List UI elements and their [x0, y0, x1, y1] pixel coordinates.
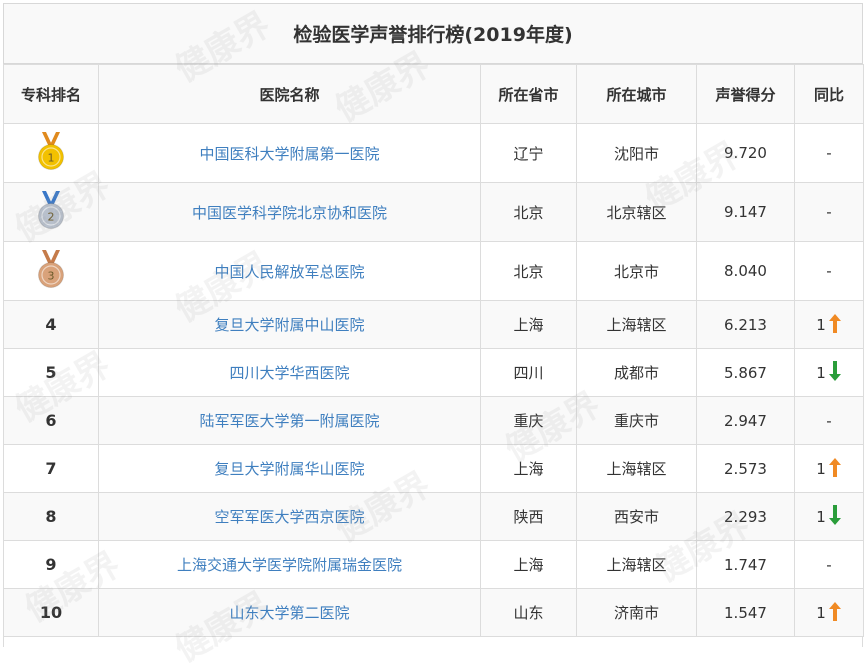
col-header-hospital: 医院名称: [98, 64, 481, 124]
province-cell: 上海: [480, 444, 577, 493]
yoy-cell: -: [794, 540, 864, 589]
rank-cell: 3: [3, 241, 99, 301]
yoy-cell: 1: [794, 348, 864, 397]
yoy-value: 1: [816, 315, 826, 334]
rank-cell: 2: [3, 182, 99, 242]
province-cell: 四川: [480, 348, 577, 397]
hospital-link[interactable]: 中国医学科学院北京协和医院: [98, 182, 481, 242]
yoy-cell: -: [794, 241, 864, 301]
svg-text:1: 1: [48, 152, 55, 165]
hospital-link[interactable]: 中国人民解放军总医院: [98, 241, 481, 301]
rank-cell: 7: [3, 444, 99, 493]
score-cell: 9.147: [696, 182, 795, 242]
yoy-cell: 1: [794, 300, 864, 349]
table-row: 6 陆军军医大学第一附属医院 重庆 重庆市 2.947-: [3, 396, 864, 445]
province-cell: 山东: [480, 588, 577, 637]
score-cell: 1.747: [696, 540, 795, 589]
yoy-value: 1: [816, 603, 826, 622]
arrow-up-icon: [828, 312, 842, 338]
hospital-link[interactable]: 复旦大学附属华山医院: [98, 444, 481, 493]
province-cell: 上海: [480, 300, 577, 349]
hospital-link[interactable]: 复旦大学附属中山医院: [98, 300, 481, 349]
rank-cell: 9: [3, 540, 99, 589]
city-cell: 沈阳市: [576, 123, 697, 183]
rank-cell: 5: [3, 348, 99, 397]
page-title: 检验医学声誉排行榜(2019年度): [293, 24, 573, 46]
arrow-down-icon: [828, 504, 842, 530]
gold-medal-icon: 1: [34, 131, 68, 175]
yoy-value: 1: [816, 459, 826, 478]
arrow-up-icon: [828, 456, 842, 482]
arrow-up-icon: [828, 600, 842, 626]
hospital-link[interactable]: 上海交通大学医学院附属瑞金医院: [98, 540, 481, 589]
score-cell: 2.947: [696, 396, 795, 445]
score-cell: 2.573: [696, 444, 795, 493]
city-cell: 重庆市: [576, 396, 697, 445]
city-cell: 上海辖区: [576, 444, 697, 493]
svg-text:3: 3: [48, 270, 55, 283]
score-cell: 6.213: [696, 300, 795, 349]
city-cell: 上海辖区: [576, 540, 697, 589]
arrow-down-icon: [828, 360, 842, 386]
province-cell: 北京: [480, 241, 577, 301]
rank-cell: 1: [3, 123, 99, 183]
col-header-province: 所在省市: [480, 64, 577, 124]
yoy-cell: -: [794, 182, 864, 242]
table-row: 8 空军军医大学西京医院 陕西 西安市 2.293 1: [3, 492, 864, 541]
hospital-link[interactable]: 空军军医大学西京医院: [98, 492, 481, 541]
rank-cell: 6: [3, 396, 99, 445]
rank-cell: 4: [3, 300, 99, 349]
hospital-link[interactable]: 四川大学华西医院: [98, 348, 481, 397]
yoy-cell: 1: [794, 588, 864, 637]
table-bottom-edge: [3, 637, 863, 647]
city-cell: 成都市: [576, 348, 697, 397]
hospital-link[interactable]: 山东大学第二医院: [98, 588, 481, 637]
score-cell: 5.867: [696, 348, 795, 397]
col-header-score: 声誉得分: [696, 64, 795, 124]
yoy-cell: -: [794, 396, 864, 445]
table-row: 10 山东大学第二医院 山东 济南市 1.547 1: [3, 588, 864, 637]
ranking-panel: 检验医学声誉排行榜(2019年度) 专科排名 医院名称 所在省市 所在城市 声誉…: [3, 3, 864, 647]
title-bar: 检验医学声誉排行榜(2019年度): [3, 3, 863, 64]
table-row: 2 中国医学科学院北京协和医院 北京 北京辖区 9.147-: [3, 182, 864, 242]
ranking-table: 专科排名 医院名称 所在省市 所在城市 声誉得分 同比 1 中国医科大学附属第一医…: [3, 64, 864, 637]
col-header-rank: 专科排名: [3, 64, 99, 124]
province-cell: 辽宁: [480, 123, 577, 183]
yoy-cell: 1: [794, 492, 864, 541]
table-row: 5 四川大学华西医院 四川 成都市 5.867 1: [3, 348, 864, 397]
hospital-link[interactable]: 中国医科大学附属第一医院: [98, 123, 481, 183]
city-cell: 北京市: [576, 241, 697, 301]
hospital-link[interactable]: 陆军军医大学第一附属医院: [98, 396, 481, 445]
rank-cell: 10: [3, 588, 99, 637]
city-cell: 济南市: [576, 588, 697, 637]
table-row: 7 复旦大学附属华山医院 上海 上海辖区 2.573 1: [3, 444, 864, 493]
bronze-medal-icon: 3: [34, 249, 68, 293]
score-cell: 2.293: [696, 492, 795, 541]
col-header-yoy: 同比: [794, 64, 864, 124]
score-cell: 1.547: [696, 588, 795, 637]
city-cell: 上海辖区: [576, 300, 697, 349]
rank-cell: 8: [3, 492, 99, 541]
header-row: 专科排名 医院名称 所在省市 所在城市 声誉得分 同比: [3, 64, 864, 124]
table-row: 3 中国人民解放军总医院 北京 北京市 8.040-: [3, 241, 864, 301]
score-cell: 8.040: [696, 241, 795, 301]
yoy-cell: -: [794, 123, 864, 183]
table-row: 9 上海交通大学医学院附属瑞金医院 上海 上海辖区 1.747-: [3, 540, 864, 589]
province-cell: 北京: [480, 182, 577, 242]
svg-text:2: 2: [48, 211, 55, 224]
city-cell: 西安市: [576, 492, 697, 541]
score-cell: 9.720: [696, 123, 795, 183]
province-cell: 重庆: [480, 396, 577, 445]
silver-medal-icon: 2: [34, 190, 68, 234]
table-row: 1 中国医科大学附属第一医院 辽宁 沈阳市 9.720-: [3, 123, 864, 183]
yoy-value: 1: [816, 363, 826, 382]
yoy-cell: 1: [794, 444, 864, 493]
province-cell: 上海: [480, 540, 577, 589]
yoy-value: 1: [816, 507, 826, 526]
col-header-city: 所在城市: [576, 64, 697, 124]
city-cell: 北京辖区: [576, 182, 697, 242]
table-row: 4 复旦大学附属中山医院 上海 上海辖区 6.213 1: [3, 300, 864, 349]
province-cell: 陕西: [480, 492, 577, 541]
